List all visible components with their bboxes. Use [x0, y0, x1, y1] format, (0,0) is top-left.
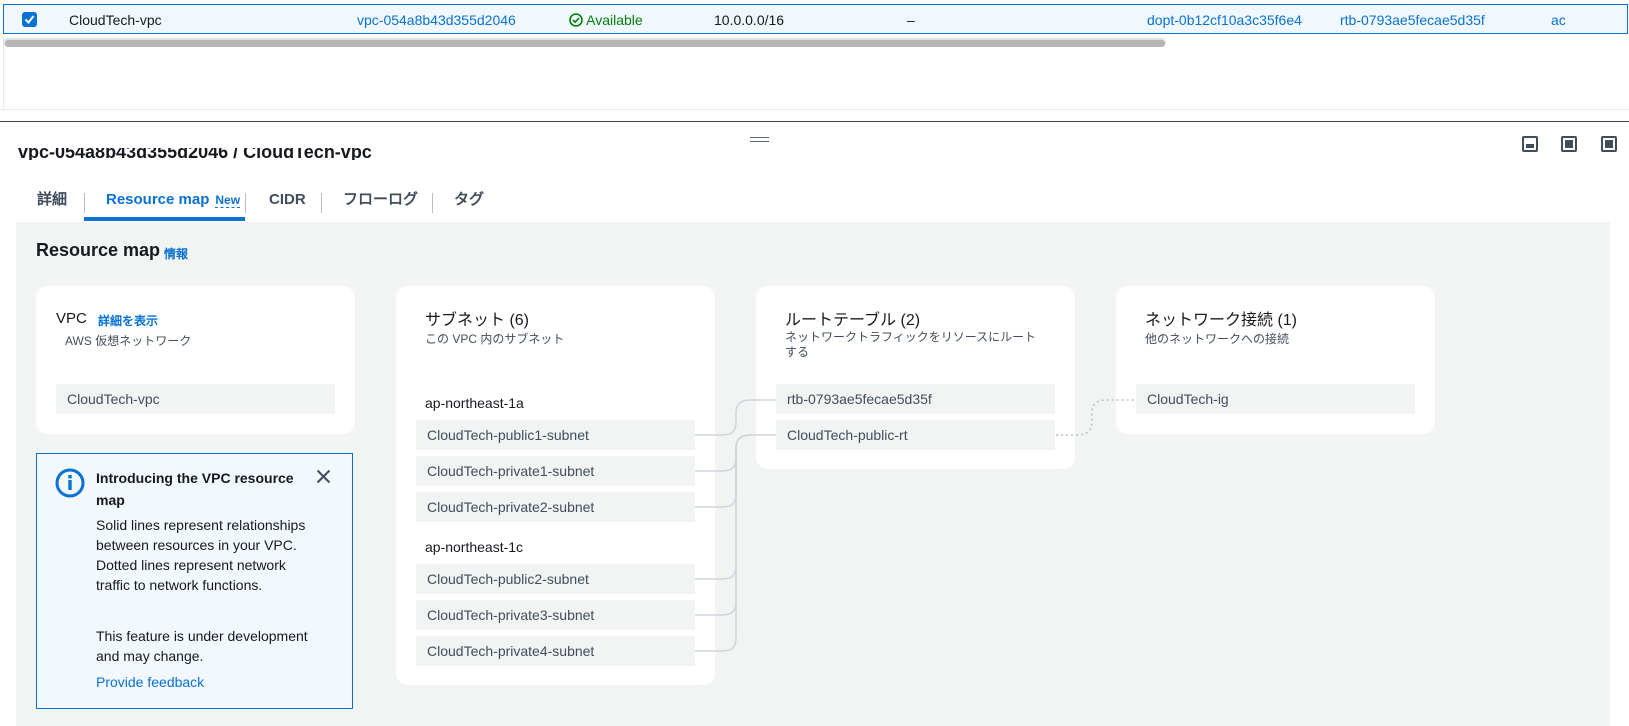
network-connections-card: ネットワーク接続 (1) 他のネットワークへの接続 CloudTech-ig	[1116, 286, 1435, 434]
route-table-item[interactable]: rtb-0793ae5fecae5d35f	[776, 384, 1055, 414]
status-available-icon	[569, 13, 583, 27]
subnets-card-title: サブネット (6)	[425, 312, 530, 329]
tab-separator	[321, 193, 322, 213]
vpc-card-title: VPC	[56, 310, 87, 327]
subnet-item[interactable]: CloudTech-private1-subnet	[416, 456, 695, 486]
status-cell: Available	[569, 5, 643, 35]
panel-full-icon[interactable]	[1601, 136, 1617, 152]
vpc-details-link[interactable]: 詳細を表示	[98, 312, 158, 329]
network-connection-item[interactable]: CloudTech-ig	[1136, 384, 1415, 414]
alert-title: Introducing the VPC resource map	[96, 470, 294, 508]
close-icon[interactable]	[316, 469, 331, 484]
vpc-item[interactable]: CloudTech-vpc	[56, 384, 335, 414]
dhcp-options-link[interactable]: dopt-0b12cf10a3c35f6e4	[1147, 5, 1302, 35]
split-panel-divider[interactable]	[0, 121, 1629, 122]
provide-feedback-link[interactable]: Provide feedback	[96, 674, 204, 690]
details-title: vpc-054a8b43d355d2046 / CloudTech-vpc	[18, 148, 372, 160]
route-table-item[interactable]: CloudTech-public-rt	[776, 420, 1055, 450]
panel-side-icon[interactable]	[1561, 136, 1577, 152]
alert-body-text: Solid lines represent relationships betw…	[96, 517, 306, 593]
vpc-id-link[interactable]: vpc-054a8b43d355d2046	[357, 5, 516, 35]
network-card-subtitle: 他のネットワークへの接続	[1145, 332, 1290, 346]
status-text: Available	[586, 12, 643, 28]
alert-body-text: This feature is under development and ma…	[96, 628, 308, 664]
vpc-name-cell: CloudTech-vpc	[69, 12, 162, 28]
subnets-card: サブネット (6) この VPC 内のサブネット ap-northeast-1a…	[396, 286, 715, 685]
divider	[0, 109, 1629, 110]
tab-separator	[432, 193, 433, 213]
tab-flow-logs[interactable]: フローログ	[343, 185, 418, 221]
truncated-link[interactable]: ac	[1551, 5, 1566, 35]
tab-bar: 詳細 Resource map New CIDR フローログ タグ	[16, 185, 1610, 223]
subnet-item[interactable]: CloudTech-public2-subnet	[416, 564, 695, 594]
resource-map-intro-alert: Introducing the VPC resource map Solid l…	[36, 453, 353, 709]
active-tab-indicator	[84, 217, 245, 221]
vpc-card: VPC 詳細を表示 AWS 仮想ネットワーク CloudTech-vpc	[36, 286, 355, 434]
route-table-link[interactable]: rtb-0793ae5fecae5d35f	[1340, 5, 1485, 35]
new-badge: New	[215, 193, 241, 208]
checkbox-checked-icon[interactable]	[22, 12, 37, 27]
cidr-cell: 10.0.0.0/16	[714, 12, 785, 28]
az-label: ap-northeast-1a	[425, 395, 524, 411]
tab-separator	[84, 193, 85, 213]
route-tables-card-subtitle: ネットワークトラフィックをリソースにルート する	[785, 330, 1036, 360]
vpc-table-row[interactable]: CloudTech-vpc vpc-054a8b43d355d2046 Avai…	[3, 4, 1628, 34]
network-card-title: ネットワーク接続 (1)	[1145, 312, 1298, 329]
tab-tags[interactable]: タグ	[454, 185, 484, 221]
route-tables-card: ルートテーブル (2) ネットワークトラフィックをリソースにルート する rtb…	[756, 286, 1075, 469]
az-label: ap-northeast-1c	[425, 539, 524, 555]
subnet-item[interactable]: CloudTech-public1-subnet	[416, 420, 695, 450]
drag-handle-icon[interactable]	[750, 137, 769, 143]
subnets-card-subtitle: この VPC 内のサブネット	[425, 332, 565, 346]
subtitle-line: ネットワークトラフィックをリソースにルート	[785, 330, 1037, 344]
info-icon	[55, 468, 85, 498]
tab-details[interactable]: 詳細	[37, 185, 67, 221]
panel-bottom-icon[interactable]	[1522, 136, 1538, 152]
horizontal-scrollbar-thumb[interactable]	[5, 40, 1165, 47]
tab-resource-map-label: Resource map	[106, 191, 210, 208]
subnet-item[interactable]: CloudTech-private4-subnet	[416, 636, 695, 666]
subnet-item[interactable]: CloudTech-private2-subnet	[416, 492, 695, 522]
vpc-card-subtitle: AWS 仮想ネットワーク	[65, 334, 192, 348]
tab-cidr[interactable]: CIDR	[269, 185, 306, 221]
subtitle-line: する	[785, 345, 810, 359]
subnet-item[interactable]: CloudTech-private3-subnet	[416, 600, 695, 630]
tab-resource-map[interactable]: Resource map New	[106, 185, 241, 221]
route-tables-card-title: ルートテーブル (2)	[785, 312, 921, 329]
tab-separator	[245, 193, 246, 213]
ipv6-cell: –	[907, 12, 915, 28]
info-link[interactable]: 情報	[164, 245, 188, 262]
resource-map-title: Resource map	[36, 240, 161, 260]
